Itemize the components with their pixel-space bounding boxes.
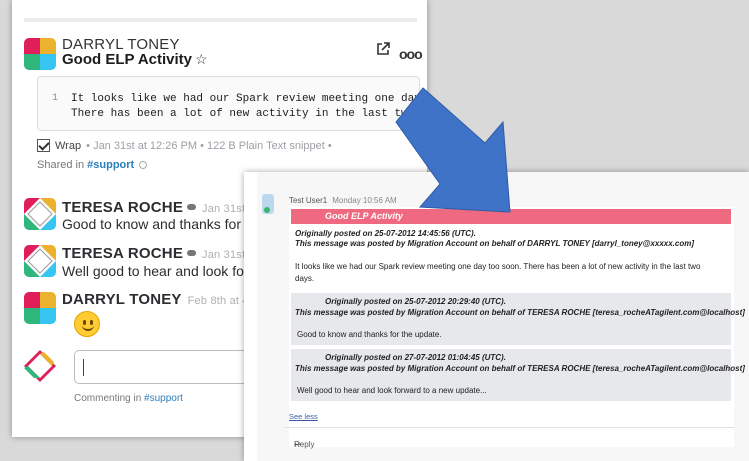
arrow-icon [395, 87, 511, 213]
